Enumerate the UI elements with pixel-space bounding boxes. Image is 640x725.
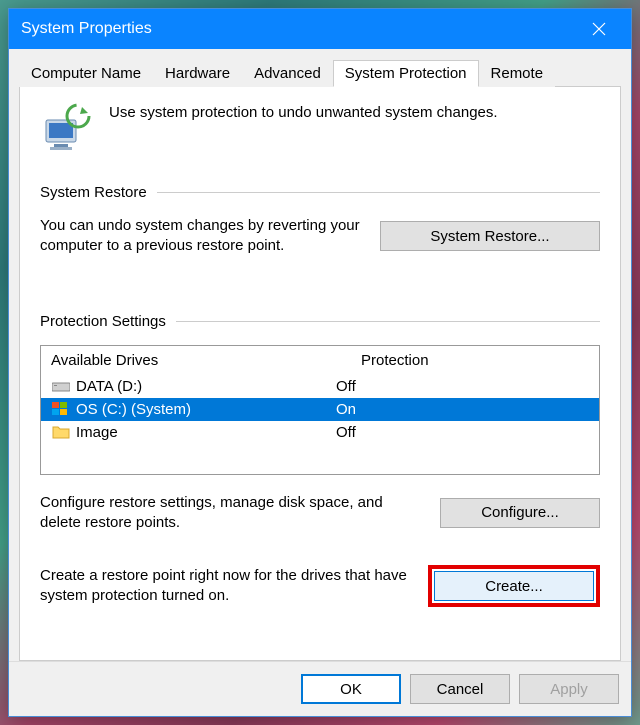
dialog-button-bar: OK Cancel Apply	[9, 661, 631, 716]
restore-desc: You can undo system changes by reverting…	[40, 216, 360, 257]
close-icon[interactable]	[579, 12, 619, 46]
tab-system-protection[interactable]: System Protection	[333, 60, 479, 87]
tab-advanced[interactable]: Advanced	[242, 60, 333, 87]
tab-hardware[interactable]: Hardware	[153, 60, 242, 87]
apply-button: Apply	[519, 674, 619, 704]
system-properties-dialog: System Properties Computer Name Hardware…	[8, 8, 632, 717]
content-area: Computer Name Hardware Advanced System P…	[9, 49, 631, 661]
drives-header: Available Drives Protection	[41, 346, 599, 375]
tab-computer-name[interactable]: Computer Name	[19, 60, 153, 87]
section-protection-title: Protection Settings	[40, 313, 600, 330]
drive-row[interactable]: OS (C:) (System) On	[41, 398, 599, 421]
drive-row[interactable]: DATA (D:) Off	[41, 375, 599, 398]
drives-list: Available Drives Protection DATA (D:) Of…	[40, 345, 600, 475]
tab-remote[interactable]: Remote	[479, 60, 556, 87]
hdd-icon	[51, 378, 71, 394]
drive-name-label: Image	[76, 424, 118, 441]
create-row: Create a restore point right now for the…	[40, 565, 600, 607]
titlebar[interactable]: System Properties	[9, 9, 631, 49]
system-restore-button[interactable]: System Restore...	[380, 221, 600, 251]
divider	[157, 192, 600, 193]
drive-prot-label: Off	[336, 378, 589, 395]
section-restore-title: System Restore	[40, 184, 600, 201]
create-button[interactable]: Create...	[434, 571, 594, 601]
intro: Use system protection to undo unwanted s…	[40, 102, 600, 156]
configure-desc: Configure restore settings, manage disk …	[40, 493, 420, 534]
configure-button[interactable]: Configure...	[440, 498, 600, 528]
header-available-drives: Available Drives	[51, 352, 361, 369]
drive-name-label: OS (C:) (System)	[76, 401, 191, 418]
configure-row: Configure restore settings, manage disk …	[40, 493, 600, 534]
drive-name-label: DATA (D:)	[76, 378, 142, 395]
windows-drive-icon	[51, 401, 71, 417]
drive-prot-label: Off	[336, 424, 589, 441]
tab-panel: Use system protection to undo unwanted s…	[19, 87, 621, 661]
system-protection-icon	[40, 102, 94, 156]
create-highlight: Create...	[428, 565, 600, 607]
section-protection-label: Protection Settings	[40, 313, 166, 330]
drive-prot-label: On	[336, 401, 589, 418]
intro-text: Use system protection to undo unwanted s…	[109, 102, 498, 121]
restore-row: You can undo system changes by reverting…	[40, 216, 600, 257]
tab-row: Computer Name Hardware Advanced System P…	[19, 59, 621, 87]
section-restore-label: System Restore	[40, 184, 147, 201]
divider	[176, 321, 600, 322]
cancel-button[interactable]: Cancel	[410, 674, 510, 704]
drive-row[interactable]: Image Off	[41, 421, 599, 444]
create-desc: Create a restore point right now for the…	[40, 566, 408, 607]
folder-icon	[51, 424, 71, 440]
ok-button[interactable]: OK	[301, 674, 401, 704]
header-protection: Protection	[361, 352, 589, 369]
window-title: System Properties	[21, 20, 579, 38]
